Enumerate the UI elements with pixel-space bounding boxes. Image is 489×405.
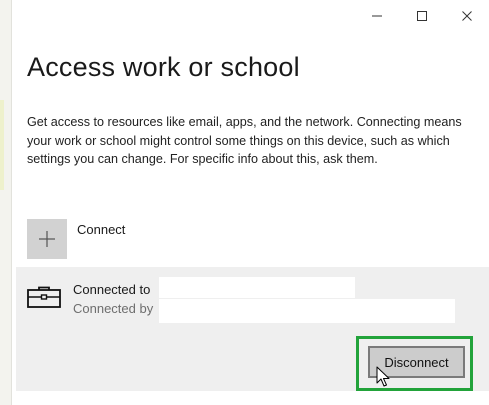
connect-button[interactable]: Connect xyxy=(27,219,125,259)
settings-window: Access work or school Get access to reso… xyxy=(0,0,489,405)
maximize-button[interactable] xyxy=(399,2,444,30)
connect-tile[interactable] xyxy=(27,219,67,259)
close-button[interactable] xyxy=(444,2,489,30)
plus-icon xyxy=(39,231,55,247)
title-bar-controls xyxy=(354,2,489,30)
edge-accent xyxy=(0,100,4,190)
close-icon xyxy=(461,11,472,21)
page-description: Get access to resources like email, apps… xyxy=(27,115,462,166)
maximize-icon xyxy=(416,11,427,21)
connect-label[interactable]: Connect xyxy=(77,222,125,237)
left-window-edge xyxy=(0,0,12,405)
minimize-button[interactable] xyxy=(354,2,399,30)
briefcase-icon xyxy=(27,286,61,308)
minimize-icon xyxy=(371,15,382,17)
connected-to-label: Connected to xyxy=(73,282,151,297)
mouse-cursor-icon xyxy=(376,366,390,387)
page-title: Access work or school xyxy=(27,52,300,82)
connected-by-label: Connected by xyxy=(73,301,154,316)
redacted-account-name xyxy=(159,277,355,298)
redacted-connected-by-value xyxy=(159,299,455,323)
